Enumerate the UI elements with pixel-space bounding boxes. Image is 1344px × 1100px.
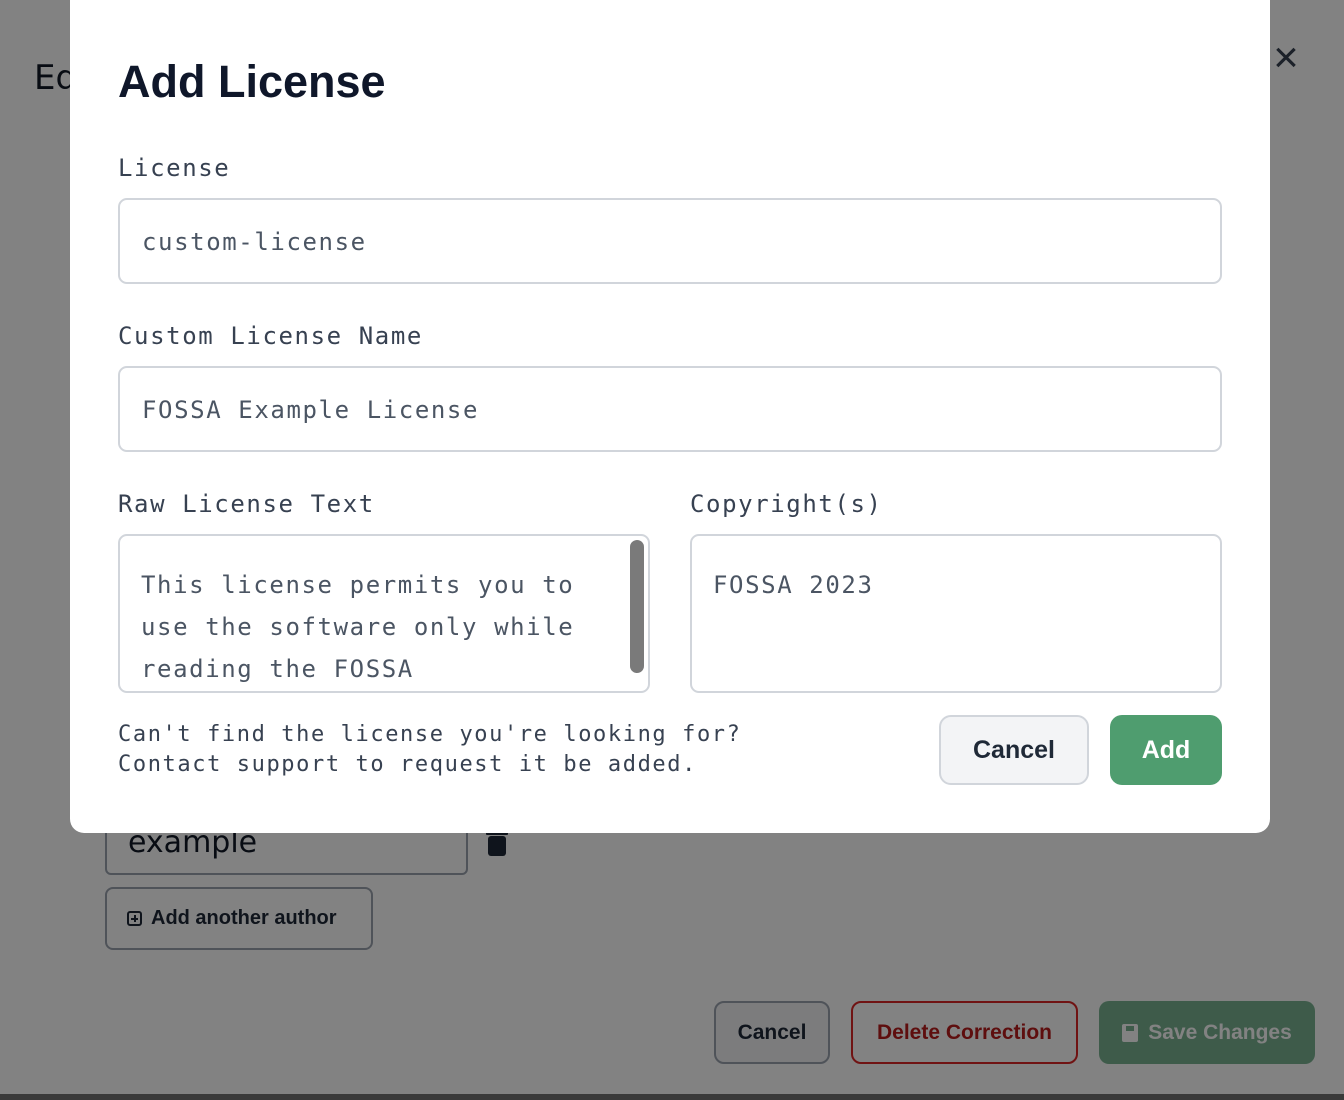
copyright-text-area[interactable]: FOSSA 2023 xyxy=(690,534,1222,693)
bottom-edge xyxy=(0,1094,1344,1100)
license-label: License xyxy=(118,154,231,182)
help-text-line-2: Contact support to request it be added. xyxy=(118,752,697,777)
custom-license-name-input[interactable]: FOSSA Example License xyxy=(118,366,1222,452)
raw-license-text-value: This license permits you to use the soft… xyxy=(141,571,575,683)
help-text-line-1: Can't find the license you're looking fo… xyxy=(118,722,742,747)
help-text: Can't find the license you're looking fo… xyxy=(118,720,742,780)
copyright-label: Copyright(s) xyxy=(690,490,883,518)
raw-license-text-area[interactable]: This license permits you to use the soft… xyxy=(118,534,650,693)
cancel-button[interactable]: Cancel xyxy=(939,715,1089,785)
add-button[interactable]: Add xyxy=(1110,715,1222,785)
custom-license-name-label: Custom License Name xyxy=(118,322,423,350)
add-license-modal: Add License License custom-license Custo… xyxy=(70,0,1270,833)
copyright-value: FOSSA 2023 xyxy=(713,571,874,599)
textarea-scrollbar[interactable] xyxy=(630,540,644,673)
raw-license-text-label: Raw License Text xyxy=(118,490,375,518)
license-input[interactable]: custom-license xyxy=(118,198,1222,284)
modal-title: Add License xyxy=(118,56,386,107)
